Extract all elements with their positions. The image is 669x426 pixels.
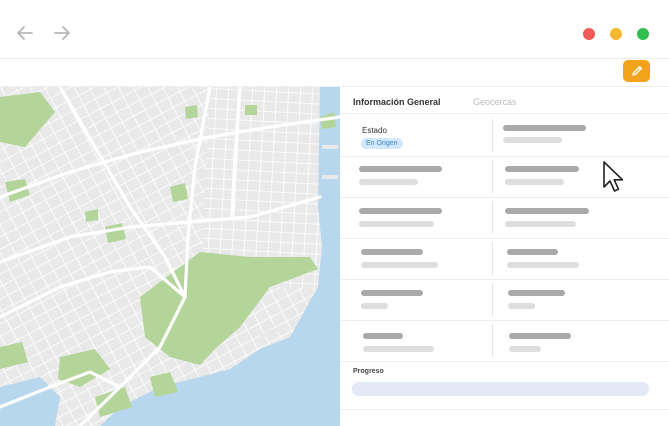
map-park xyxy=(185,105,198,119)
placeholder-value xyxy=(359,179,418,185)
placeholder-value xyxy=(508,303,535,309)
placeholder-value xyxy=(359,166,442,172)
column-divider xyxy=(492,201,493,234)
info-row xyxy=(340,279,669,321)
placeholder-value xyxy=(503,137,562,143)
tab-geocercas[interactable]: Geocercas xyxy=(473,97,517,107)
placeholder-value xyxy=(359,208,442,214)
placeholder-value xyxy=(361,303,388,309)
placeholder-value xyxy=(361,290,423,296)
placeholder-value xyxy=(363,333,403,339)
column-divider xyxy=(492,324,493,357)
city-map[interactable] xyxy=(0,87,340,426)
estado-label: Estado xyxy=(362,126,387,135)
placeholder-value xyxy=(507,262,579,268)
placeholder-value xyxy=(509,346,541,352)
close-window-button[interactable] xyxy=(583,28,595,40)
window-titlebar xyxy=(0,0,669,59)
placeholder-value xyxy=(505,166,579,172)
tab-informacion-general[interactable]: Información General xyxy=(353,97,441,107)
status-badge: En Origen xyxy=(361,138,403,149)
arrow-cursor-icon xyxy=(603,161,624,192)
placeholder-value xyxy=(505,208,589,214)
placeholder-value xyxy=(361,262,438,268)
column-divider xyxy=(492,119,493,152)
placeholder-value xyxy=(361,249,423,255)
pencil-icon xyxy=(631,66,642,76)
info-panel: Información General Geocercas Estado En … xyxy=(340,87,669,426)
panel-footer-divider xyxy=(340,409,669,410)
placeholder-value xyxy=(505,179,564,185)
map-park xyxy=(245,105,257,115)
progress-label: Progreso xyxy=(353,368,384,375)
progress-fill xyxy=(352,382,649,396)
info-row: Estado En Origen xyxy=(340,115,669,157)
column-divider xyxy=(492,160,493,193)
info-row xyxy=(340,197,669,239)
toolbar xyxy=(0,59,669,87)
arrow-left-icon[interactable] xyxy=(14,22,36,44)
maximize-window-button[interactable] xyxy=(637,28,649,40)
placeholder-value xyxy=(509,333,571,339)
placeholder-value xyxy=(363,346,434,352)
column-divider xyxy=(492,242,493,275)
placeholder-value xyxy=(359,221,434,227)
info-row xyxy=(340,320,669,362)
placeholder-value xyxy=(503,125,586,131)
progress-bar xyxy=(352,382,649,396)
tab-divider xyxy=(340,113,669,114)
minimize-window-button[interactable] xyxy=(610,28,622,40)
map-view[interactable] xyxy=(0,87,340,426)
placeholder-value xyxy=(505,221,576,227)
edit-button[interactable] xyxy=(623,60,650,82)
placeholder-value xyxy=(508,290,565,296)
placeholder-value xyxy=(507,249,558,255)
column-divider xyxy=(492,283,493,316)
info-row xyxy=(340,238,669,280)
arrow-right-icon[interactable] xyxy=(51,22,73,44)
